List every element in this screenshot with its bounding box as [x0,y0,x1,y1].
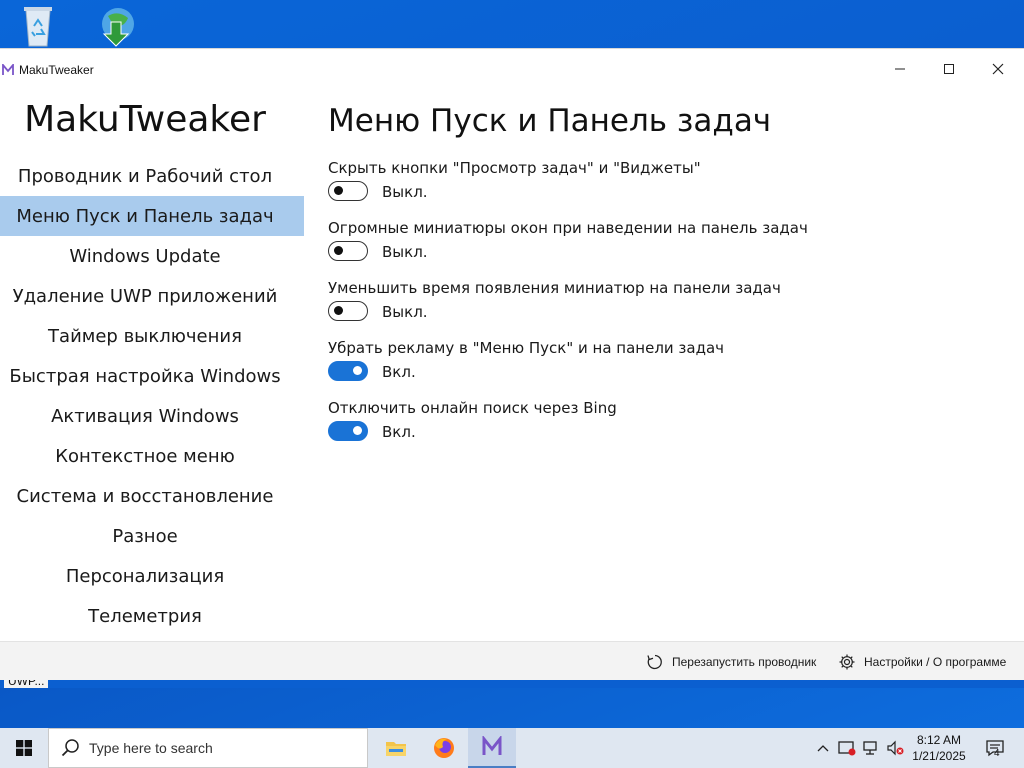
maku-app-icon [2,62,14,75]
start-button[interactable] [0,728,48,768]
maku-tweaker-taskbar-icon[interactable] [468,728,516,768]
window-title: MakuTweaker [19,63,94,77]
toggle-knob [334,306,343,315]
clock-date: 1/21/2025 [912,749,966,763]
toggle-knob [334,186,343,195]
security-tray-icon[interactable] [836,728,858,768]
settings-about-button[interactable]: Настройки / О программе [838,648,1006,676]
recycle-bin-icon[interactable] [14,4,62,48]
sidebar-item-shutdown-timer[interactable]: Таймер выключения [0,316,304,356]
file-explorer-taskbar-icon[interactable] [372,728,420,768]
setting-disable-bing: Отключить онлайн поиск через Bing Вкл. [328,399,1008,459]
setting-label: Огромные миниатюры окон при наведении на… [328,219,808,237]
app-brand: MakuTweaker [24,99,266,140]
page-title: Меню Пуск и Панель задач [328,103,772,139]
download-manager-icon[interactable] [90,4,138,48]
chevron-up-icon[interactable] [812,728,834,768]
sidebar-item-windows-update[interactable]: Windows Update [0,236,304,276]
sidebar-item-uwp-removal[interactable]: Удаление UWP приложений [0,276,304,316]
title-bar[interactable]: MakuTweaker [0,49,1024,89]
restart-explorer-label: Перезапустить проводник [672,655,817,669]
search-input[interactable] [89,740,349,756]
settings-list: Скрыть кнопки "Просмотр задач" и "Виджет… [328,159,1008,459]
close-button[interactable] [974,49,1022,89]
firefox-taskbar-icon[interactable] [420,728,468,768]
volume-muted-icon[interactable] [884,728,906,768]
toggle-switch[interactable] [328,181,368,201]
restart-explorer-button[interactable]: Перезапустить проводник [646,648,816,676]
clock-time: 8:12 AM [916,733,962,747]
notification-center-button[interactable]: 4 [980,728,1010,768]
status-strip: UWP... [0,680,1024,688]
toggle-state-text: Выкл. [382,243,428,261]
toggle-state-text: Выкл. [382,183,428,201]
footer-bar: Перезапустить проводник Настройки / О пр… [0,641,1024,681]
sidebar-item-telemetry[interactable]: Телеметрия [0,596,304,636]
toggle-knob [353,426,362,435]
setting-huge-thumbnails: Огромные миниатюры окон при наведении на… [328,219,1008,279]
sidebar-item-start-taskbar[interactable]: Меню Пуск и Панель задач [0,196,304,236]
client-area: MakuTweaker Проводник и Рабочий стол Мен… [0,89,1024,641]
toggle-state-text: Вкл. [382,423,416,441]
toggle-state-text: Выкл. [382,303,428,321]
setting-remove-ads: Убрать рекламу в "Меню Пуск" и на панели… [328,339,1008,399]
refresh-icon [647,654,662,670]
maximize-button[interactable] [925,49,973,89]
toggle-switch[interactable] [328,361,368,381]
toggle-state-text: Вкл. [382,363,416,381]
taskbar-search[interactable] [48,728,368,768]
sidebar-item-explorer[interactable]: Проводник и Рабочий стол [0,156,304,196]
sidebar-item-system-restore[interactable]: Система и восстановление [0,476,304,516]
setting-label: Скрыть кнопки "Просмотр задач" и "Виджет… [328,159,701,177]
settings-about-label: Настройки / О программе [864,655,1007,669]
sidebar: MakuTweaker Проводник и Рабочий стол Мен… [0,89,304,641]
sidebar-item-context-menu[interactable]: Контекстное меню [0,436,304,476]
taskbar: 8:12 AM 1/21/2025 4 [0,728,1024,768]
setting-label: Уменьшить время появления миниатюр на па… [328,279,781,297]
search-icon [61,739,79,757]
toggle-switch[interactable] [328,421,368,441]
main-panel: Меню Пуск и Панель задач Скрыть кнопки "… [328,89,1008,641]
sidebar-item-quick-setup[interactable]: Быстрая настройка Windows [0,356,304,396]
sidebar-item-personalization[interactable]: Персонализация [0,556,304,596]
windows-logo-icon [16,740,32,756]
sidebar-item-misc[interactable]: Разное [0,516,304,556]
setting-thumbnail-delay: Уменьшить время появления миниатюр на па… [328,279,1008,339]
maku-tweaker-window: MakuTweaker MakuTweaker Проводник и Рабо… [0,48,1024,681]
toggle-switch[interactable] [328,301,368,321]
sidebar-nav: Проводник и Рабочий стол Меню Пуск и Пан… [0,156,304,636]
toggle-knob [334,246,343,255]
status-text: UWP... [4,680,49,688]
minimize-button[interactable] [876,49,924,89]
setting-hide-taskview-widgets: Скрыть кнопки "Просмотр задач" и "Виджет… [328,159,1008,219]
notification-count: 4 [994,748,1000,759]
toggle-knob [353,366,362,375]
toggle-switch[interactable] [328,241,368,261]
taskbar-clock[interactable]: 8:12 AM 1/21/2025 [906,732,972,764]
sidebar-item-activation[interactable]: Активация Windows [0,396,304,436]
gear-icon [839,654,855,670]
setting-label: Отключить онлайн поиск через Bing [328,399,617,417]
network-icon[interactable] [860,728,882,768]
setting-label: Убрать рекламу в "Меню Пуск" и на панели… [328,339,725,357]
